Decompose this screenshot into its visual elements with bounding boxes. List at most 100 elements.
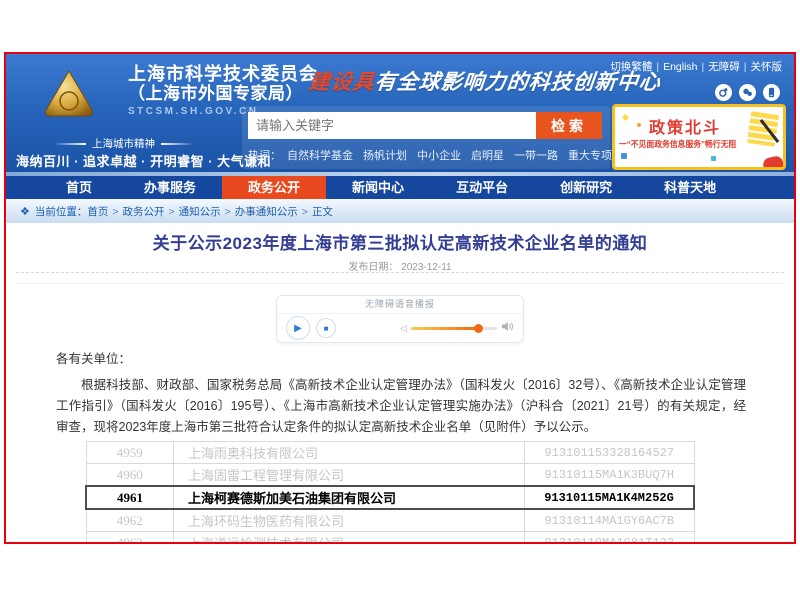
spirit-label-row: 上海城市精神 bbox=[21, 136, 226, 151]
cell-serial: 4959 bbox=[86, 442, 174, 464]
banner-title: 政策北斗 bbox=[649, 114, 721, 138]
main-nav: 首页办事服务政务公开新闻中心互动平台创新研究科普天地 bbox=[6, 176, 794, 199]
table-row: 4962上海环码生物医药有限公司91310114MA1GY6AC7B bbox=[86, 509, 694, 532]
volume-knob[interactable] bbox=[474, 324, 483, 333]
cell-serial: 4960 bbox=[86, 464, 174, 487]
top-link-4[interactable]: 关怀版 bbox=[751, 61, 783, 73]
gov-seal-logo-icon bbox=[42, 68, 96, 125]
cell-serial: 4963 bbox=[86, 532, 174, 545]
cell-code: 91310115MA1K4M252G bbox=[525, 486, 695, 509]
cell-company: 上海柯赛德斯加美石油集团有限公司 bbox=[174, 486, 525, 509]
top-link-3[interactable]: 无障碍 bbox=[708, 61, 740, 73]
top-link-separator: | bbox=[656, 61, 659, 73]
top-link-1[interactable]: 切换繁體 bbox=[610, 61, 652, 73]
weibo-icon[interactable] bbox=[715, 84, 732, 101]
body-paragraph: 根据科技部、财政部、国家税务总局《高新技术企业认定管理办法》（国科发火〔2016… bbox=[56, 375, 746, 438]
wechat-icon[interactable] bbox=[739, 84, 756, 101]
spirit-text: 海纳百川 · 追求卓越 · 开明睿智 · 大气谦和 bbox=[16, 151, 271, 170]
breadcrumb-separator: > bbox=[225, 206, 231, 218]
salutation: 各有关单位： bbox=[56, 348, 131, 367]
breadcrumb-item-1[interactable]: 首页 bbox=[87, 206, 108, 218]
search-button[interactable]: 检索 bbox=[536, 112, 602, 139]
article-content: 关于公示2023年度上海市第三批拟认定高新技术企业名单的通知 发布日期： 202… bbox=[6, 223, 794, 542]
site-header: 上海市科学技术委员会 （上海市外国专家局） STCSM.SH.GOV.CN 建设… bbox=[6, 54, 794, 176]
cell-company: 上海道远检测技术有限公司 bbox=[174, 532, 525, 545]
hotwords-label: 热词： bbox=[248, 150, 281, 162]
table-row: 4960上海固雷工程管理有限公司91310115MA1K3BUQ7H bbox=[86, 464, 694, 487]
slogan-red-part: 建设具 bbox=[308, 69, 377, 94]
note-paper-icon bbox=[747, 111, 779, 147]
nav-item-4[interactable]: 新闻中心 bbox=[326, 176, 430, 199]
dotted-divider bbox=[16, 272, 784, 273]
hotword-3[interactable]: 中小企业 bbox=[417, 150, 461, 162]
volume-fill bbox=[411, 327, 479, 330]
confetti-decor bbox=[637, 123, 641, 127]
breadcrumb-item-4[interactable]: 办事通知公示 bbox=[235, 206, 298, 218]
hotword-5[interactable]: 一带一路 bbox=[514, 150, 558, 162]
hotwords-row: 热词： 自然科学基金扬帆计划中小企业启明星一带一路重大专项 bbox=[248, 147, 622, 163]
slogan-calligraphy: 建设具有全球影响力的科技创新中心 bbox=[307, 66, 662, 96]
audio-player: 无障碍语音播报 ▶ ■ ◁ bbox=[276, 295, 524, 343]
cell-company: 上海雨奥科技有限公司 bbox=[174, 442, 525, 464]
breadcrumb-path: 首页 > 政务公开 > 通知公示 > 办事通知公示 > 正文 bbox=[87, 204, 333, 219]
page-frame: 上海市科学技术委员会 （上海市外国专家局） STCSM.SH.GOV.CN 建设… bbox=[4, 52, 796, 544]
audio-controls: ▶ ■ ◁ bbox=[277, 314, 523, 342]
banner-subtitle: 一“不见面政务信息服务”畅行无阻 bbox=[619, 138, 736, 150]
confetti-decor bbox=[711, 156, 716, 161]
cell-serial: 4962 bbox=[86, 509, 174, 532]
policy-beidou-banner[interactable]: 政策北斗 一“不见面政务信息服务”畅行无阻 bbox=[612, 104, 786, 170]
breadcrumb-marker-icon: ❖ bbox=[20, 205, 30, 218]
table-row: 4963上海道远检测技术有限公司91310110MA1G81T123 bbox=[86, 532, 694, 545]
volume-high-icon bbox=[502, 319, 514, 337]
breadcrumb-separator: > bbox=[169, 206, 175, 218]
top-link-separator: | bbox=[744, 61, 747, 73]
article-date: 发布日期： 2023-12-11 bbox=[6, 258, 794, 273]
hand-icon bbox=[762, 155, 785, 170]
social-icons bbox=[715, 84, 780, 101]
mobile-icon[interactable] bbox=[763, 84, 780, 101]
company-table: 4959上海雨奥科技有限公司9131011533281645274960上海固雷… bbox=[85, 441, 695, 544]
cell-code: 91310114MA1GY6AC7B bbox=[525, 509, 695, 532]
top-link-separator: | bbox=[702, 61, 705, 73]
volume-slider[interactable] bbox=[411, 327, 497, 330]
audio-player-title: 无障碍语音播报 bbox=[277, 296, 523, 314]
table-row: 4959上海雨奥科技有限公司913101153328164527 bbox=[86, 442, 694, 464]
hotword-4[interactable]: 启明星 bbox=[471, 150, 504, 162]
cell-company: 上海环码生物医药有限公司 bbox=[174, 509, 525, 532]
nav-item-2[interactable]: 办事服务 bbox=[118, 176, 222, 199]
spirit-label: 上海城市精神 bbox=[92, 136, 155, 151]
nav-item-7[interactable]: 科普天地 bbox=[638, 176, 742, 199]
breadcrumb-separator: > bbox=[112, 206, 118, 218]
table-row: 4961上海柯赛德斯加美石油集团有限公司91310115MA1K4M252G bbox=[86, 486, 694, 509]
hotword-6[interactable]: 重大专项 bbox=[568, 150, 612, 162]
top-link-2[interactable]: English bbox=[663, 61, 697, 73]
cell-company: 上海固雷工程管理有限公司 bbox=[174, 464, 525, 487]
nav-item-5[interactable]: 互动平台 bbox=[430, 176, 534, 199]
hotword-2[interactable]: 扬帆计划 bbox=[363, 150, 407, 162]
company-table-body: 4959上海雨奥科技有限公司9131011533281645274960上海固雷… bbox=[86, 442, 694, 545]
nav-item-1[interactable]: 首页 bbox=[40, 176, 118, 199]
breadcrumb-item-2[interactable]: 政务公开 bbox=[123, 206, 165, 218]
nav-item-6[interactable]: 创新研究 bbox=[534, 176, 638, 199]
breadcrumb: ❖ 当前位置： 首页 > 政务公开 > 通知公示 > 办事通知公示 > 正文 bbox=[6, 199, 794, 223]
breadcrumb-item-5: 正文 bbox=[312, 206, 333, 218]
confetti-decor bbox=[621, 153, 627, 159]
cell-serial: 4961 bbox=[86, 486, 174, 509]
breadcrumb-separator: > bbox=[302, 206, 308, 218]
nav-item-3[interactable]: 政务公开 bbox=[222, 176, 326, 199]
breadcrumb-item-3[interactable]: 通知公示 bbox=[179, 206, 221, 218]
cell-code: 913101153328164527 bbox=[525, 442, 695, 464]
article-title: 关于公示2023年度上海市第三批拟认定高新技术企业名单的通知 bbox=[6, 229, 794, 254]
play-icon[interactable]: ▶ bbox=[286, 316, 310, 340]
top-utility-links: 切换繁體|English|无障碍|关怀版 bbox=[610, 59, 782, 74]
stop-icon[interactable]: ■ bbox=[316, 318, 336, 338]
org-name-line2: （上海市外国专家局） bbox=[128, 84, 318, 103]
breadcrumb-label: 当前位置： bbox=[35, 204, 88, 219]
faint-divider bbox=[16, 283, 784, 284]
cell-code: 91310115MA1K3BUQ7H bbox=[525, 464, 695, 487]
search-input[interactable] bbox=[248, 112, 536, 139]
confetti-decor bbox=[622, 114, 629, 121]
org-name-line1: 上海市科学技术委员会 bbox=[128, 64, 318, 84]
volume-low-icon: ◁ bbox=[400, 323, 407, 334]
hotword-1[interactable]: 自然科学基金 bbox=[287, 150, 353, 162]
